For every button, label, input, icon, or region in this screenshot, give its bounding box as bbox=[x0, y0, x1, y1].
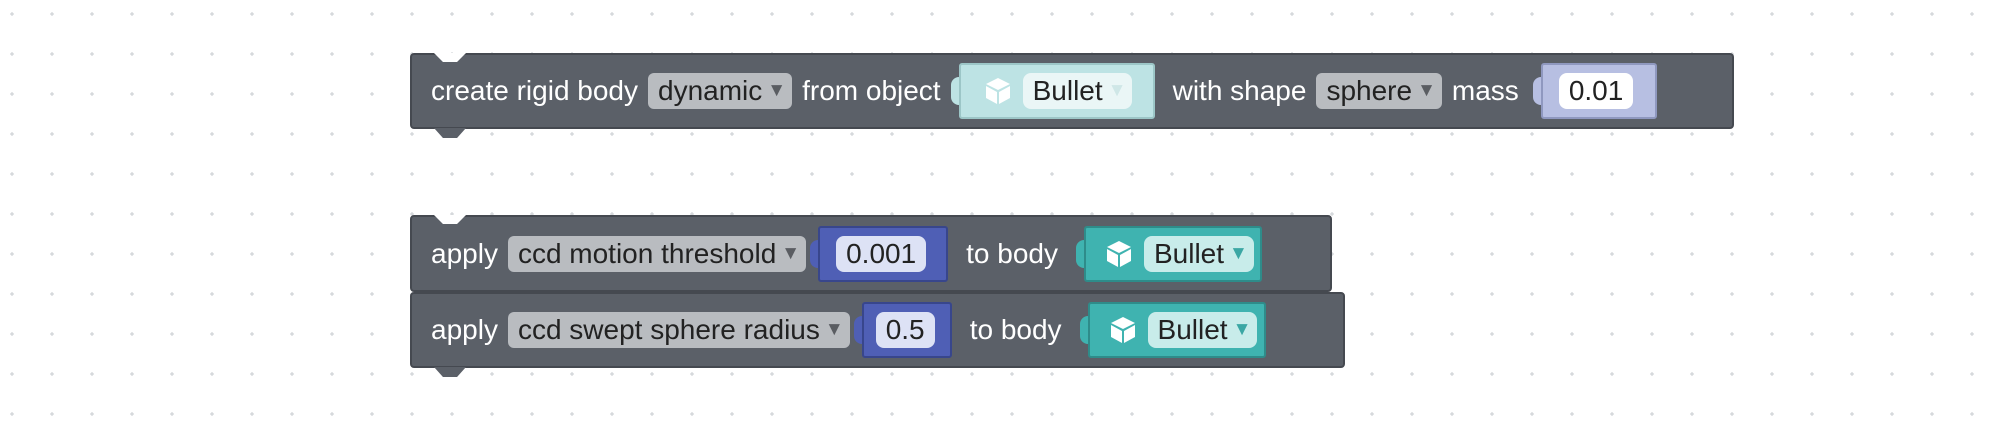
object-dropdown[interactable]: Bullet ▼ bbox=[1022, 73, 1133, 109]
radius-number-block[interactable]: 0.5 bbox=[861, 302, 952, 358]
radius-number-field[interactable]: 0.5 bbox=[875, 312, 935, 348]
to-body-label: to body bbox=[966, 237, 1058, 269]
chevron-down-icon: ▼ bbox=[824, 319, 844, 340]
apply-ccd-motion-threshold-block[interactable]: apply ccd motion threshold ▼ 0.001 to bo… bbox=[410, 215, 1332, 292]
apply-label: apply bbox=[431, 314, 498, 345]
mass-number-block[interactable]: 0.01 bbox=[1540, 63, 1657, 119]
object-input-block[interactable]: Bullet ▼ bbox=[1087, 302, 1266, 358]
block-notch bbox=[434, 53, 466, 62]
chevron-down-icon: ▼ bbox=[1232, 319, 1252, 340]
chevron-down-icon: ▼ bbox=[1417, 80, 1436, 101]
chevron-down-icon: ▼ bbox=[1229, 242, 1248, 264]
mass-number-field[interactable]: 0.01 bbox=[1558, 73, 1634, 109]
blocks-workspace[interactable]: create rigid body dynamic ▼ from object … bbox=[0, 0, 2000, 422]
object-dropdown[interactable]: Bullet ▼ bbox=[1147, 312, 1258, 348]
cube-icon bbox=[985, 78, 1010, 104]
chevron-down-icon: ▼ bbox=[767, 80, 787, 101]
with-shape-label: with shape bbox=[1172, 75, 1307, 106]
object-name: Bullet bbox=[1153, 237, 1225, 269]
object-input-block[interactable]: Bullet ▼ bbox=[958, 63, 1155, 119]
property-dropdown[interactable]: ccd swept sphere radius ▼ bbox=[507, 312, 850, 348]
apply-label: apply bbox=[431, 237, 498, 269]
block-notch bbox=[434, 215, 466, 224]
object-name: Bullet bbox=[1157, 314, 1228, 345]
object-name: Bullet bbox=[1032, 75, 1103, 106]
radius-value: 0.5 bbox=[885, 314, 925, 345]
threshold-value: 0.001 bbox=[846, 237, 917, 269]
threshold-number-block[interactable]: 0.001 bbox=[818, 225, 949, 282]
create-rigid-body-label: create rigid body bbox=[431, 75, 639, 106]
shape-value: sphere bbox=[1326, 75, 1413, 106]
chevron-down-icon: ▼ bbox=[781, 242, 801, 264]
cube-icon bbox=[1106, 240, 1131, 267]
body-type-dropdown[interactable]: dynamic ▼ bbox=[648, 73, 793, 109]
property-value: ccd motion threshold bbox=[517, 237, 777, 269]
property-value: ccd swept sphere radius bbox=[517, 314, 820, 345]
create-rigid-body-block[interactable]: create rigid body dynamic ▼ from object … bbox=[410, 53, 1734, 138]
from-object-label: from object bbox=[802, 75, 941, 106]
chevron-down-icon: ▼ bbox=[1107, 80, 1127, 101]
apply-ccd-swept-sphere-radius-block[interactable]: apply ccd swept sphere radius ▼ 0.5 to b… bbox=[410, 292, 1345, 377]
mass-value: 0.01 bbox=[1568, 75, 1624, 106]
body-type-value: dynamic bbox=[658, 75, 763, 106]
to-body-label: to body bbox=[969, 314, 1062, 345]
threshold-number-field[interactable]: 0.001 bbox=[836, 235, 927, 272]
shape-dropdown[interactable]: sphere ▼ bbox=[1316, 73, 1442, 109]
property-dropdown[interactable]: ccd motion threshold ▼ bbox=[507, 235, 807, 272]
object-input-block[interactable]: Bullet ▼ bbox=[1083, 225, 1262, 282]
cube-icon bbox=[1110, 317, 1135, 343]
object-dropdown[interactable]: Bullet ▼ bbox=[1143, 235, 1254, 272]
mass-label: mass bbox=[1451, 75, 1519, 106]
